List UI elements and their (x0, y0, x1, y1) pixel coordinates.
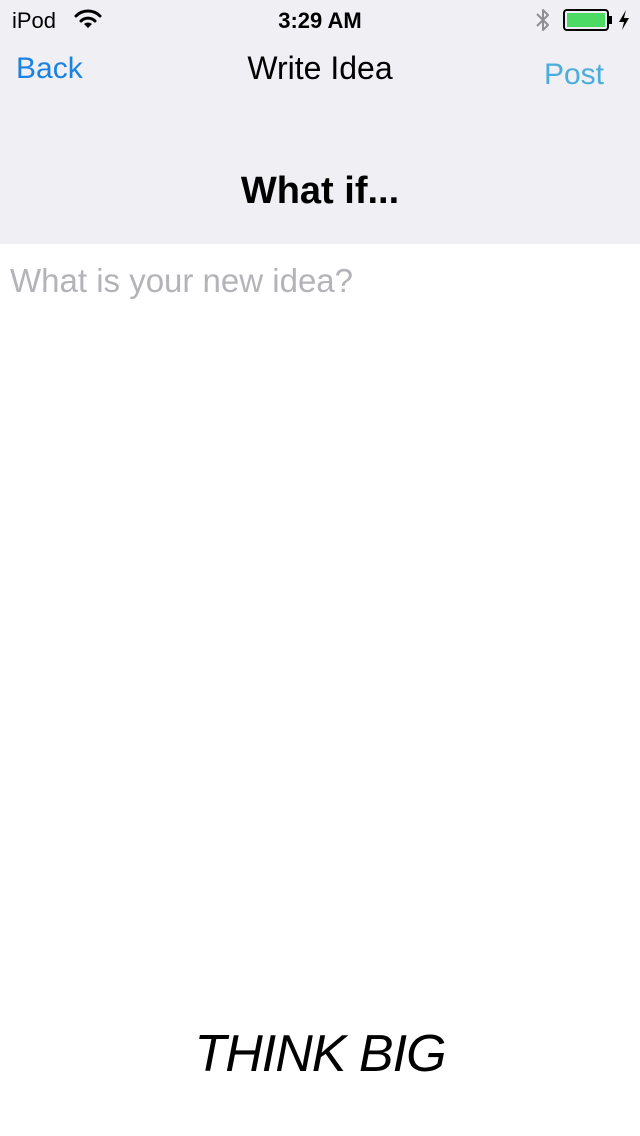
what-if-heading: What if... (240, 170, 400, 212)
header-area: iPod 3:29 AM Back Write Idea Post What i… (0, 0, 640, 244)
bluetooth-icon (536, 9, 549, 31)
charging-bolt-icon (619, 10, 629, 30)
think-big-label: THINK BIG (194, 1025, 446, 1083)
write-idea-screen: iPod 3:29 AM Back Write Idea Post What i… (0, 0, 640, 1136)
battery-icon (563, 9, 612, 31)
post-button[interactable]: Post (544, 58, 604, 92)
status-bar: iPod 3:29 AM (0, 0, 640, 40)
idea-text-input[interactable] (0, 244, 640, 1004)
back-button[interactable]: Back (16, 52, 83, 86)
